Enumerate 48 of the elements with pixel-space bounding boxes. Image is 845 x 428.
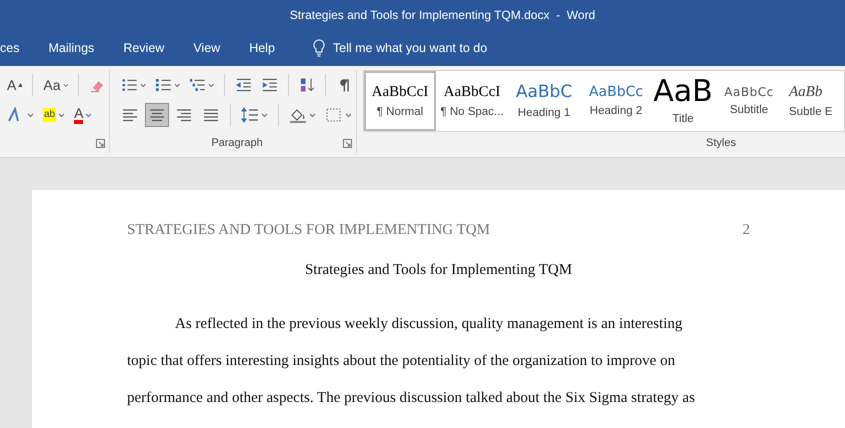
decrease-indent-icon bbox=[235, 77, 252, 93]
increase-indent-icon bbox=[260, 77, 278, 93]
dropdown-caret-icon bbox=[261, 112, 268, 118]
align-right-icon bbox=[175, 107, 193, 123]
justify-icon bbox=[202, 107, 220, 123]
ribbon-tab[interactable]: Help bbox=[249, 41, 275, 55]
numbered-list-icon bbox=[155, 77, 172, 93]
highlight-button[interactable]: ab bbox=[40, 103, 68, 127]
document-title: Strategies and Tools for Implementing TQM bbox=[304, 262, 572, 278]
dropdown-caret-icon bbox=[58, 112, 66, 118]
ribbon-tab[interactable]: Review bbox=[123, 41, 164, 55]
window-title: Strategies and Tools for Implementing TQM.docx - Word bbox=[290, 8, 596, 22]
style-item[interactable]: AaBbCcI ¶ Normal bbox=[364, 71, 436, 131]
ribbon-tab[interactable]: ces bbox=[0, 41, 20, 55]
bullet-list-icon bbox=[121, 77, 138, 93]
borders-icon bbox=[325, 107, 343, 123]
lightbulb-icon bbox=[312, 39, 325, 57]
page-number: 2 bbox=[742, 222, 750, 239]
body-text-line: topic that offers interesting insights about the potentiality of the organization to improve on bbox=[127, 352, 676, 371]
body-text-line: As reflected in the previous weekly discussion, quality management is an interesting bbox=[175, 315, 682, 334]
ribbon-tab[interactable]: Mailings bbox=[48, 41, 94, 55]
font-color-button[interactable]: A bbox=[71, 103, 96, 127]
line-spacing-icon bbox=[241, 107, 259, 123]
dialog-launcher-icon[interactable] bbox=[343, 139, 352, 148]
sort-icon bbox=[298, 77, 316, 93]
align-center-button[interactable] bbox=[145, 103, 169, 127]
change-case-button[interactable]: Aa bbox=[40, 73, 72, 97]
group-label: Styles bbox=[706, 137, 736, 149]
caret-up-icon bbox=[18, 83, 22, 87]
grow-font-button[interactable]: A bbox=[4, 73, 26, 97]
dropdown-caret-icon bbox=[62, 82, 68, 88]
ribbon-tab[interactable]: View bbox=[193, 41, 220, 55]
dropdown-caret-icon bbox=[309, 112, 316, 118]
dropdown-caret-icon bbox=[140, 82, 146, 88]
dropdown-caret-icon bbox=[27, 112, 34, 118]
tell-me-search[interactable]: Tell me what you want to do bbox=[312, 39, 488, 57]
align-left-icon bbox=[121, 107, 139, 123]
shading-bucket-icon bbox=[289, 107, 307, 123]
dropdown-caret-icon bbox=[85, 112, 92, 118]
multilevel-list-icon bbox=[189, 77, 206, 93]
dropdown-caret-icon bbox=[345, 112, 352, 118]
align-center-icon bbox=[148, 107, 166, 123]
group-label: Paragraph bbox=[211, 137, 263, 149]
dropdown-caret-icon bbox=[208, 82, 214, 88]
dialog-launcher-icon[interactable] bbox=[96, 139, 105, 148]
running-header: STRATEGIES AND TOOLS FOR IMPLEMENTING TQM bbox=[127, 222, 490, 239]
dropdown-caret-icon bbox=[174, 82, 180, 88]
body-text-line: performance and other aspects. The previous discussion talked about the Six Sigma strategy as bbox=[127, 389, 695, 408]
